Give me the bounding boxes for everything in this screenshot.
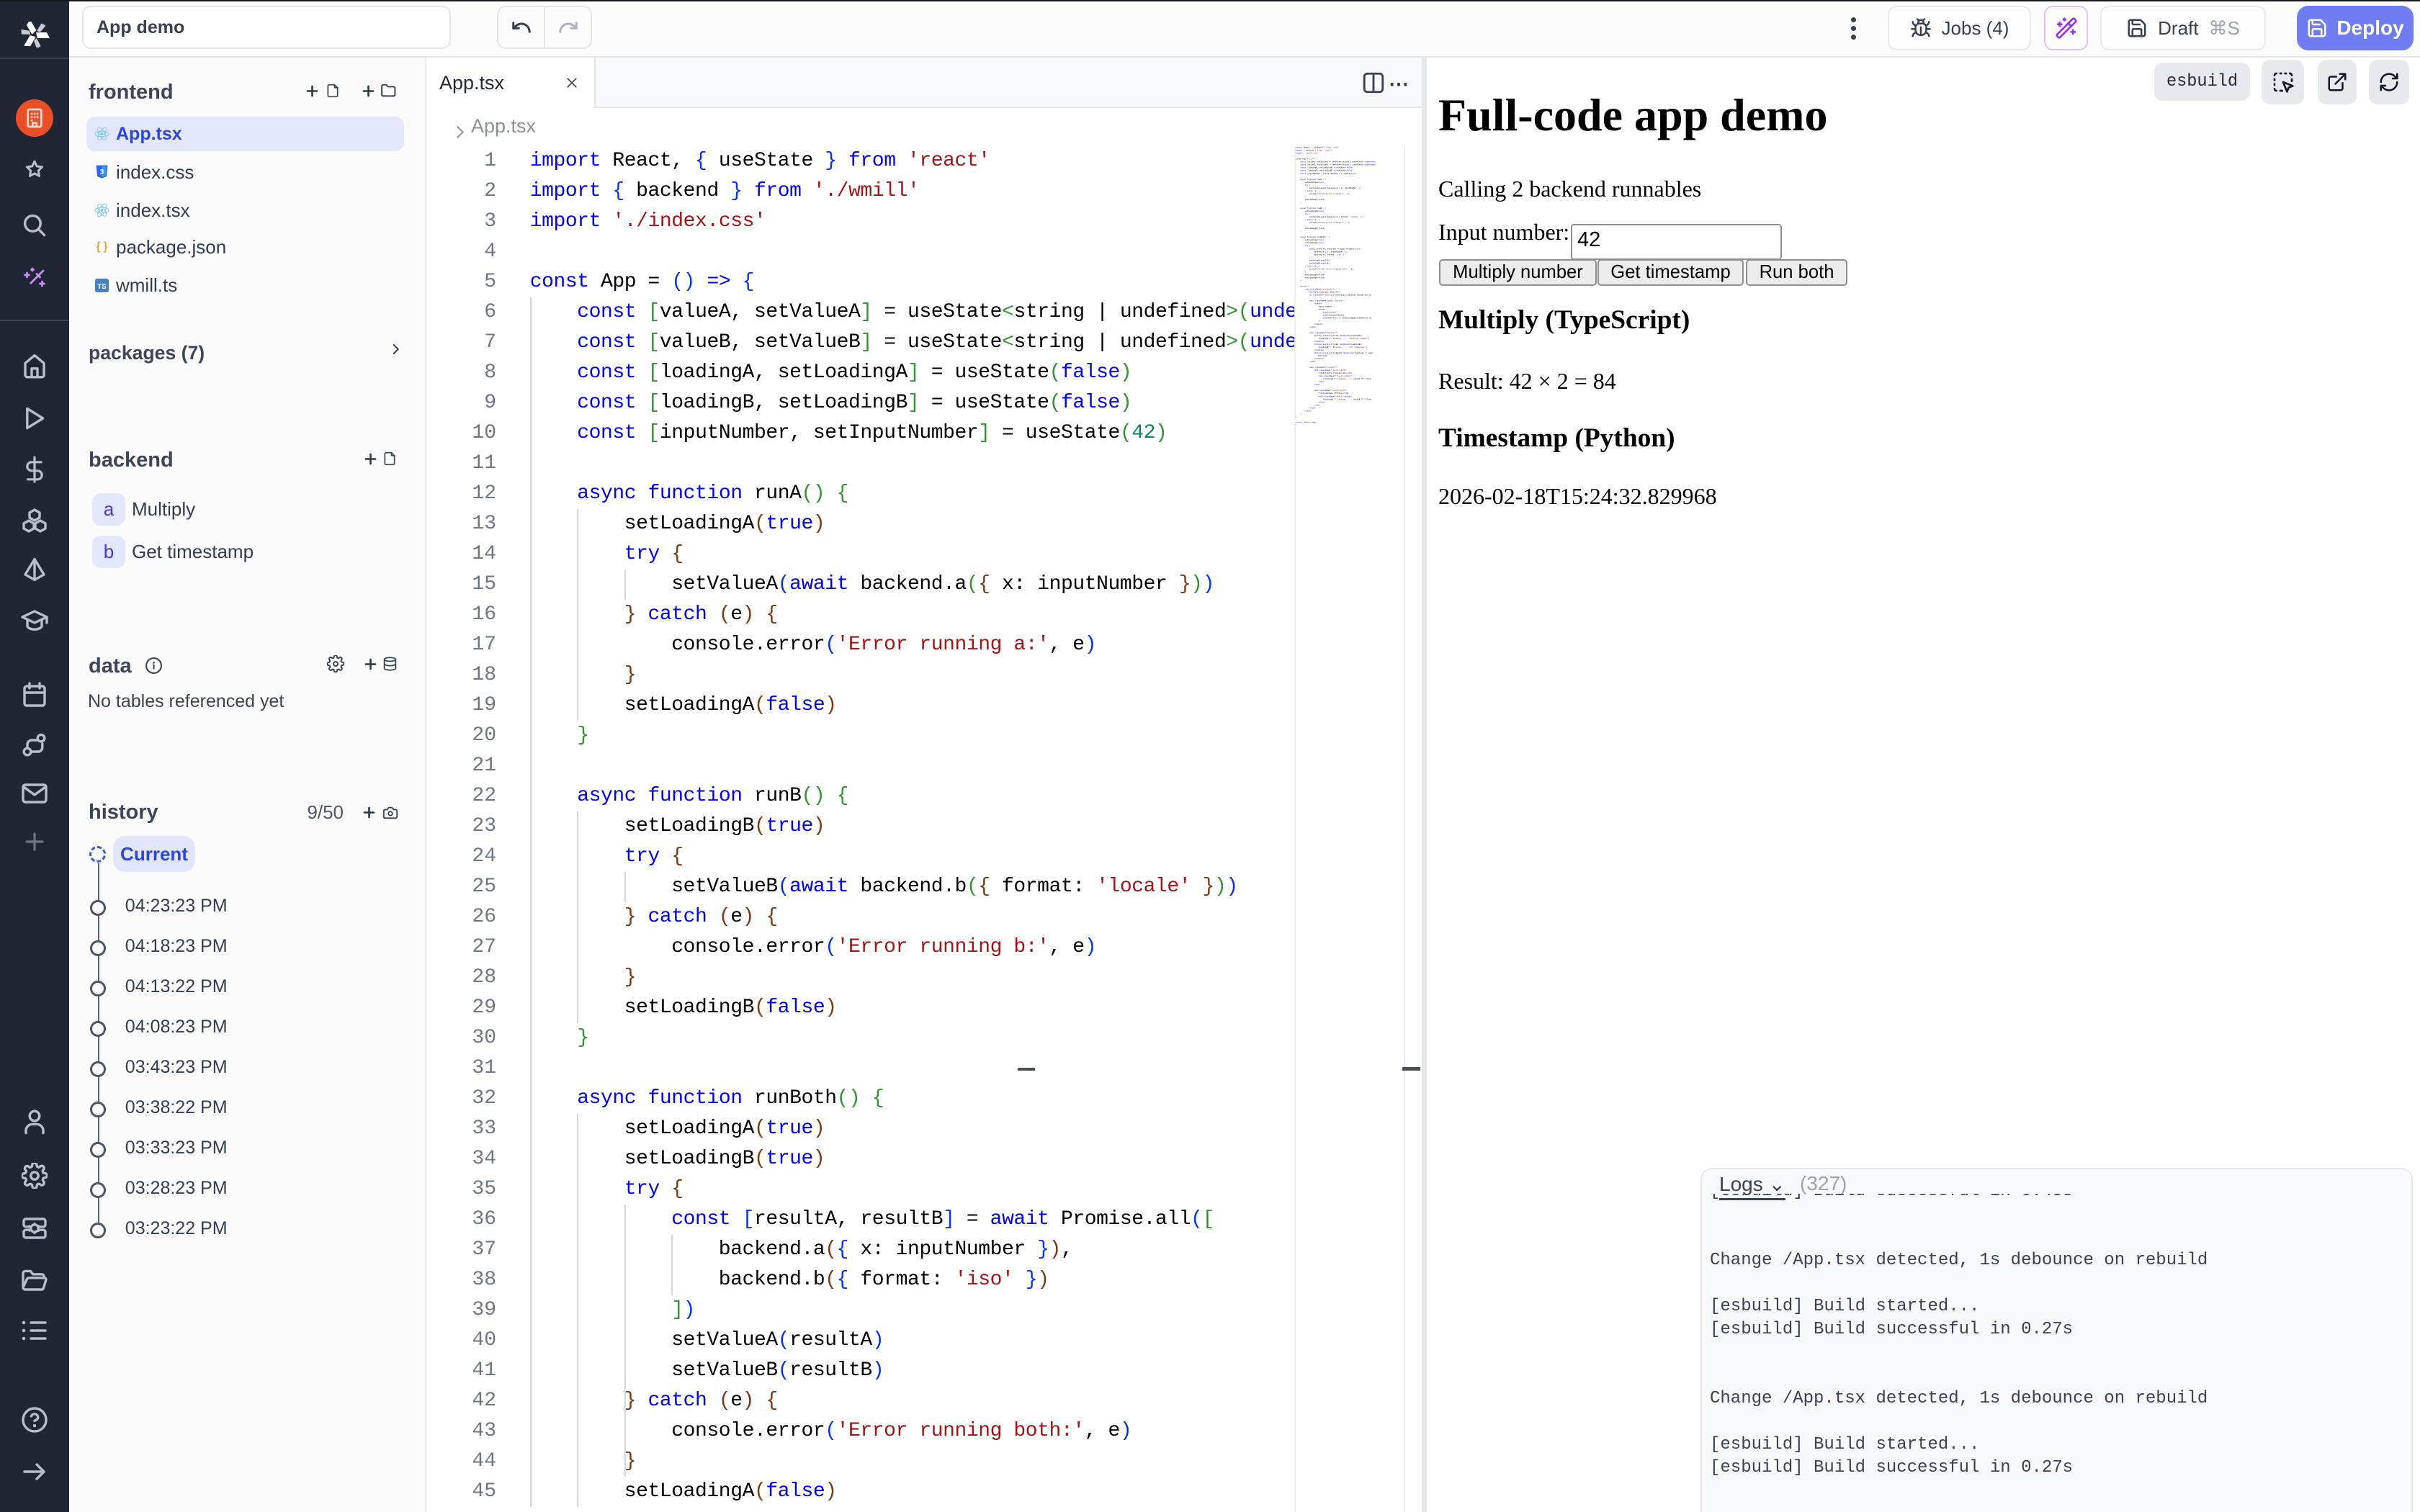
svg-text:3: 3: [99, 168, 104, 176]
svg-text:TS: TS: [97, 282, 107, 290]
